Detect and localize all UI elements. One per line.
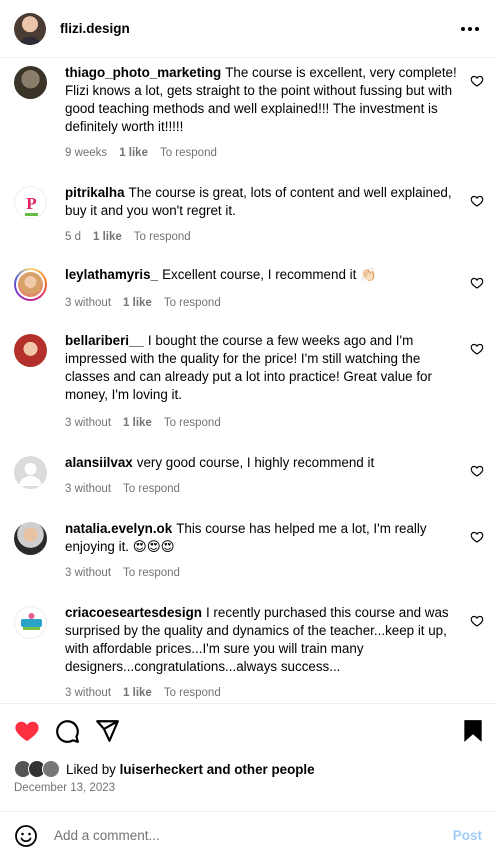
comment-meta: 3 without To respond xyxy=(65,483,192,495)
action-bar xyxy=(0,703,496,759)
reply-button[interactable]: To respond xyxy=(123,483,180,495)
emoji-icon[interactable] xyxy=(14,824,38,848)
comment-likes[interactable]: 1 like xyxy=(119,147,148,159)
reply-button[interactable]: To respond xyxy=(134,231,191,243)
comment-username[interactable]: leylathamyris_ xyxy=(65,267,158,282)
post-button[interactable]: Post xyxy=(453,828,482,843)
comment-likes[interactable]: 1 like xyxy=(123,417,152,429)
comment-body: leylathamyris_ Excellent course, I recomm… xyxy=(65,266,460,284)
avatar xyxy=(42,760,60,778)
avatar[interactable] xyxy=(14,606,47,639)
heart-outline-icon[interactable] xyxy=(470,530,484,544)
avatar[interactable] xyxy=(14,66,47,99)
comment-meta: 5 d 1 like To respond xyxy=(65,231,203,243)
author-avatar[interactable] xyxy=(14,12,46,45)
reply-button[interactable]: To respond xyxy=(160,147,217,159)
liked-by-user[interactable]: luiserheckert xyxy=(120,762,203,777)
reply-button[interactable]: To respond xyxy=(164,687,221,699)
heart-outline-icon[interactable] xyxy=(470,194,484,208)
comment-time: 3 without xyxy=(65,297,112,309)
comment-likes[interactable]: 1 like xyxy=(93,231,122,243)
comment-meta: 3 without 1 like To respond xyxy=(65,297,233,309)
svg-text:P: P xyxy=(26,194,36,213)
comment-username[interactable]: thiago_photo_marketing xyxy=(65,65,221,80)
comment-time: 3 without xyxy=(65,417,112,429)
comment-time: 3 without xyxy=(65,483,112,495)
comment-meta: 3 without To respond xyxy=(65,567,192,579)
comment-likes[interactable]: 1 like xyxy=(123,297,152,309)
liker-avatars[interactable] xyxy=(14,760,60,778)
avatar[interactable] xyxy=(14,456,47,489)
avatar[interactable] xyxy=(14,268,47,301)
comment-icon[interactable] xyxy=(54,718,80,744)
reply-button[interactable]: To respond xyxy=(164,417,221,429)
comment-meta: 3 without 1 like To respond xyxy=(65,417,233,429)
heart-outline-icon[interactable] xyxy=(470,276,484,290)
bookmark-icon[interactable] xyxy=(460,718,486,744)
comment-likes[interactable]: 1 like xyxy=(123,687,152,699)
heart-filled-icon[interactable] xyxy=(14,718,40,744)
post-header: flizi.design xyxy=(0,0,496,58)
comment-body: pitrikalha The course is great, lots of c… xyxy=(65,184,460,220)
comment-body: thiago_photo_marketing The course is exce… xyxy=(65,64,460,136)
comment-username[interactable]: bellariberi__ xyxy=(65,333,144,348)
post-date[interactable]: December 13, 2023 xyxy=(14,782,115,794)
share-icon[interactable] xyxy=(94,718,120,744)
comment-meta: 3 without 1 like To respond xyxy=(65,687,233,699)
heart-outline-icon[interactable] xyxy=(470,464,484,478)
comment-text: Excellent course, I recommend it 👏🏻 xyxy=(162,267,377,282)
comment-username[interactable]: natalia.evelyn.ok xyxy=(65,521,172,536)
heart-outline-icon[interactable] xyxy=(470,74,484,88)
comment-time: 9 weeks xyxy=(65,147,108,159)
comment-username[interactable]: pitrikalha xyxy=(65,185,125,200)
comment-body: alansiilvax very good course, I highly re… xyxy=(65,454,460,472)
avatar[interactable] xyxy=(14,334,47,367)
liked-by: Liked by luiserheckert and other people xyxy=(14,758,315,780)
add-comment-bar: Post xyxy=(0,811,496,859)
heart-outline-icon[interactable] xyxy=(470,342,484,356)
comment-body: bellariberi__ I bought the course a few w… xyxy=(65,332,460,404)
comment-input[interactable] xyxy=(54,828,453,843)
comment-time: 3 without xyxy=(65,687,112,699)
comment-text: very good course, I highly recommend it xyxy=(136,455,375,470)
comment-body: natalia.evelyn.ok This course has helped … xyxy=(65,520,460,556)
comment-time: 3 without xyxy=(65,567,112,579)
comment-body: criacoeseartesdesign I recently purchased… xyxy=(65,604,460,676)
reply-button[interactable]: To respond xyxy=(123,567,180,579)
more-horizontal-icon[interactable] xyxy=(458,17,482,41)
avatar[interactable]: P xyxy=(14,186,47,219)
comments-list[interactable]: thiago_photo_marketing The course is exce… xyxy=(0,58,496,703)
liked-by-prefix: Liked by xyxy=(66,761,116,777)
avatar[interactable] xyxy=(14,522,47,555)
reply-button[interactable]: To respond xyxy=(164,297,221,309)
heart-outline-icon[interactable] xyxy=(470,614,484,628)
comment-username[interactable]: criacoeseartesdesign xyxy=(65,605,202,620)
comment-username[interactable]: alansiilvax xyxy=(65,455,133,470)
author-username[interactable]: flizi.design xyxy=(60,21,130,36)
liked-by-others[interactable]: and other people xyxy=(207,762,315,777)
comment-meta: 9 weeks 1 like To respond xyxy=(65,147,229,159)
comment-time: 5 d xyxy=(65,231,81,243)
